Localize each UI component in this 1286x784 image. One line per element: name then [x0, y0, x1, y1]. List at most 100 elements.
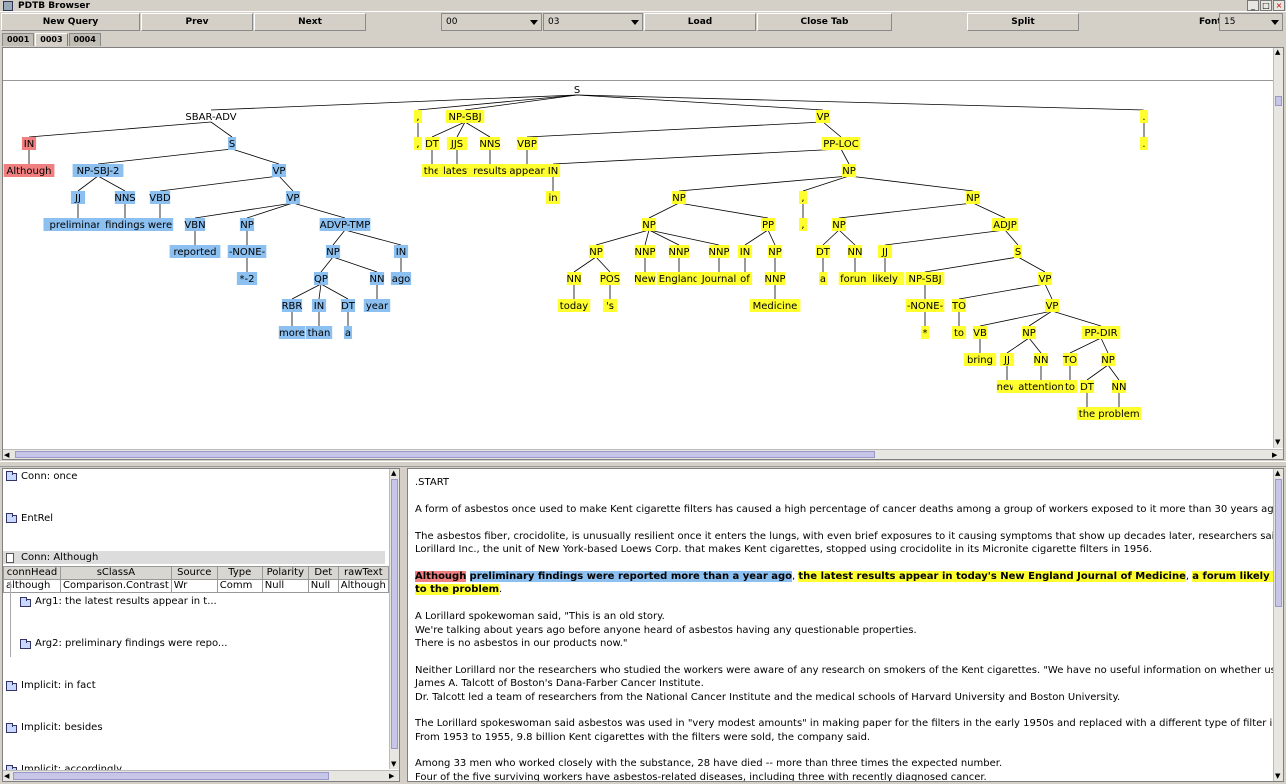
tree-node[interactable]: , — [801, 193, 804, 204]
scroll-right-icon[interactable]: ▶ — [389, 772, 394, 780]
scroll-down-icon[interactable]: ▼ — [1275, 438, 1280, 446]
tree-node[interactable]: ADJP — [993, 220, 1017, 231]
close-tab-button[interactable]: Close Tab — [757, 13, 892, 31]
tree-node[interactable]: than — [308, 328, 331, 339]
tree-node[interactable]: PP-DIR — [1084, 328, 1117, 339]
next-button[interactable]: Next — [254, 13, 366, 31]
scroll-up-icon[interactable]: ▲ — [1275, 469, 1280, 477]
arg1-highlight[interactable]: the latest results appear in today's New… — [798, 571, 1186, 582]
tree-node[interactable]: NP-SBJ — [908, 274, 941, 285]
highlighted-sentence[interactable]: Although preliminary findings were repor… — [415, 571, 1283, 582]
scroll-thumb[interactable] — [13, 772, 329, 780]
tree-node[interactable]: of — [740, 274, 750, 285]
tree-node[interactable]: POS — [600, 274, 620, 285]
tree-node[interactable]: were — [148, 220, 172, 231]
tree-node[interactable]: NP — [966, 193, 980, 204]
tree-node[interactable]: DT — [816, 247, 831, 258]
tree-horizontal-scrollbar[interactable]: ◀ ▶ — [3, 449, 1283, 459]
scroll-up-icon[interactable]: ▲ — [391, 469, 396, 477]
tree-node[interactable]: results — [473, 166, 507, 177]
tree-node[interactable]: preliminary — [50, 220, 107, 231]
tree-node[interactable]: NN — [567, 274, 582, 285]
tree-node[interactable]: NP — [326, 247, 340, 258]
tree-node[interactable]: NP — [842, 166, 856, 177]
tree-node[interactable]: NP — [642, 220, 656, 231]
scroll-right-icon[interactable]: ▶ — [1272, 451, 1277, 459]
tree-vertical-scrollbar[interactable]: ▲ ▼ — [1273, 48, 1283, 448]
tree-node[interactable]: appear — [509, 166, 545, 177]
tree-node[interactable]: to — [1065, 382, 1075, 393]
tree-node[interactable]: . — [1142, 112, 1145, 123]
file-select[interactable]: 03 — [543, 13, 643, 31]
maximize-icon[interactable]: □ — [1260, 0, 1272, 11]
scroll-up-icon[interactable]: ▲ — [1275, 48, 1280, 56]
scroll-thumb[interactable] — [15, 451, 875, 458]
tree-node[interactable]: 's — [606, 301, 614, 312]
tree-node[interactable]: problem — [1098, 409, 1139, 420]
tree-node[interactable]: S — [574, 85, 580, 96]
tree-node[interactable]: DT — [1080, 382, 1095, 393]
tree-node[interactable]: RBR — [282, 301, 303, 312]
connective-highlight[interactable]: Although — [415, 571, 467, 582]
tree-node[interactable]: a — [820, 274, 826, 285]
tree-node[interactable]: JJ — [1003, 355, 1010, 366]
prev-button[interactable]: Prev — [141, 13, 253, 31]
tree-node[interactable]: NP-SBJ — [448, 112, 481, 123]
tree-node[interactable]: ago — [392, 274, 411, 285]
tree-node[interactable]: IN — [314, 301, 324, 312]
tree-node[interactable]: VBN — [184, 220, 205, 231]
tree-node[interactable]: VB — [973, 328, 987, 339]
tree-node[interactable]: VBD — [149, 193, 171, 204]
relation-conn-although[interactable]: Conn: Although — [21, 552, 98, 563]
load-button[interactable]: Load — [644, 13, 756, 31]
tree-node[interactable]: NP — [672, 193, 686, 204]
tree-node[interactable]: *-2 — [240, 274, 255, 285]
tree-node[interactable]: VBP — [517, 139, 537, 150]
tree-node[interactable]: NNP — [669, 247, 690, 258]
scroll-thumb[interactable] — [1275, 96, 1282, 106]
tree-node[interactable]: , — [416, 112, 419, 123]
tree-node[interactable]: NP — [1022, 328, 1036, 339]
tree-node[interactable]: attention — [1018, 382, 1064, 393]
scroll-down-icon[interactable]: ▼ — [1275, 772, 1280, 780]
tree-node[interactable]: QP — [314, 274, 328, 285]
tree-node[interactable]: the — [1079, 409, 1095, 420]
tree-node[interactable]: to — [954, 328, 964, 339]
tree-node[interactable]: NNS — [479, 139, 500, 150]
tree-node[interactable]: NP — [589, 247, 603, 258]
split-button[interactable]: Split — [967, 13, 1079, 31]
tab-0001[interactable]: 0001 — [2, 33, 35, 46]
tree-node[interactable]: IN — [548, 166, 558, 177]
scroll-left-icon[interactable]: ◀ — [4, 772, 9, 780]
tree-node[interactable]: bring — [967, 355, 993, 366]
tree-node[interactable]: PP-LOC — [823, 139, 859, 150]
tree-node[interactable]: JJS — [450, 139, 463, 150]
tree-node[interactable]: NNP — [709, 247, 730, 258]
new-query-button[interactable]: New Query — [1, 13, 140, 31]
tree-node[interactable]: , — [416, 139, 419, 150]
tree-node[interactable]: JJ — [74, 193, 81, 204]
tree-node[interactable]: New — [634, 274, 656, 285]
tree-node[interactable]: a — [345, 328, 351, 339]
arg1-highlight[interactable]: a forum likely to bring new attention — [1192, 571, 1283, 582]
arg2-item[interactable]: Arg2: preliminary findings were repo... — [35, 638, 227, 649]
tree-node[interactable]: . — [1142, 139, 1145, 150]
tab-0003[interactable]: 0003 — [35, 33, 68, 46]
tree-node[interactable]: , — [801, 220, 804, 231]
tree-node[interactable]: in — [548, 193, 557, 204]
tree-node[interactable]: * — [923, 328, 928, 339]
section-select[interactable]: 00 — [441, 13, 542, 31]
tree-node[interactable]: reported — [173, 247, 216, 258]
font-size-select[interactable]: 15 — [1219, 13, 1283, 31]
tree-node[interactable]: NN — [1112, 382, 1127, 393]
split-divider[interactable] — [0, 461, 1286, 467]
relations-vertical-scrollbar[interactable]: ▲ ▼ — [389, 469, 399, 769]
tree-node[interactable]: findings — [105, 220, 145, 231]
highlighted-sentence-cont[interactable]: to the problem. — [415, 584, 502, 595]
tree-node[interactable]: TO — [951, 301, 966, 312]
tree-node[interactable]: NP — [832, 220, 846, 231]
relation-entrel[interactable]: EntRel — [21, 513, 53, 524]
tree-node[interactable]: NNP — [635, 247, 656, 258]
tree-node[interactable]: NN — [370, 274, 385, 285]
tree-node[interactable]: IN — [396, 247, 406, 258]
